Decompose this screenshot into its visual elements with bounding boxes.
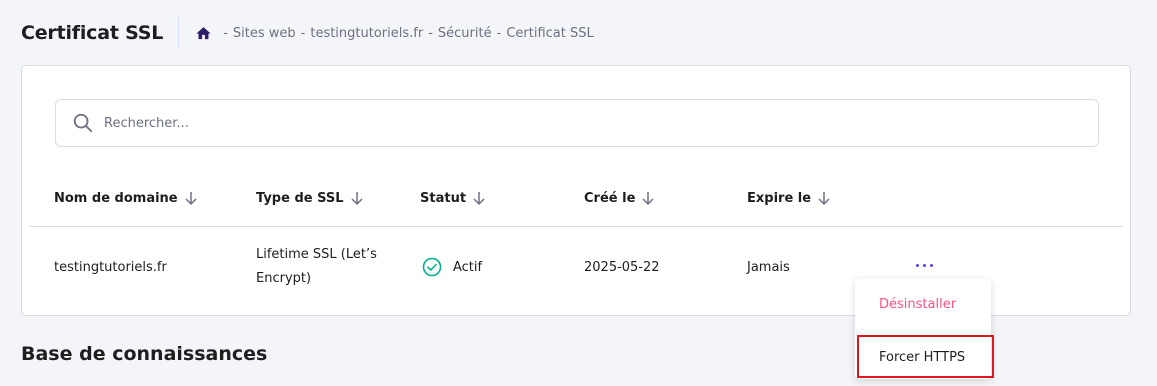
column-header-label: Nom de domaine — [54, 190, 178, 206]
sort-arrow-icon[interactable] — [350, 190, 364, 206]
sort-arrow-icon[interactable] — [817, 190, 831, 206]
column-header-expires[interactable]: Expire le — [747, 190, 831, 206]
search-icon — [72, 112, 94, 134]
more-dots-icon — [915, 263, 919, 267]
search-input[interactable] — [104, 115, 1004, 131]
sort-arrow-icon[interactable] — [641, 190, 655, 206]
column-header-domain[interactable]: Nom de domaine — [54, 190, 198, 206]
table-divider — [30, 226, 1123, 227]
column-header-created[interactable]: Créé le — [584, 190, 655, 206]
more-dots-icon — [922, 263, 926, 267]
column-header-label: Expire le — [747, 190, 812, 206]
header-divider — [178, 17, 180, 49]
column-header-label: Statut — [420, 190, 467, 206]
more-actions-button[interactable] — [911, 255, 937, 275]
column-header-status[interactable]: Statut — [420, 190, 486, 206]
sort-arrow-icon[interactable] — [184, 190, 198, 206]
sort-arrow-icon[interactable] — [472, 190, 486, 206]
page-title: Certificat SSL — [21, 22, 164, 44]
knowledge-base-title: Base de connaissances — [21, 343, 268, 365]
cell-domain: testingtutoriels.fr — [54, 260, 167, 275]
column-header-ssl-type[interactable]: Type de SSL — [256, 190, 364, 206]
force-https-menu-item[interactable]: Forcer HTTPS — [855, 334, 991, 380]
more-dots-icon — [929, 263, 933, 267]
column-header-label: Créé le — [584, 190, 636, 206]
cell-created: 2025-05-22 — [584, 260, 660, 275]
breadcrumb-item-sites-web[interactable]: Sites web — [233, 26, 296, 41]
check-circle-icon — [422, 257, 442, 277]
uninstall-menu-item[interactable]: Désinstaller — [855, 281, 991, 327]
breadcrumb-separator: - — [300, 25, 306, 41]
search-box[interactable] — [55, 99, 1099, 147]
home-icon[interactable] — [195, 25, 212, 42]
breadcrumb-separator: - — [496, 25, 502, 41]
actions-dropdown-menu: Désinstaller Forcer HTTPS — [855, 279, 991, 379]
page-header: Certificat SSL - Sites web - testingtuto… — [21, 16, 594, 50]
breadcrumb-item-security[interactable]: Sécurité — [438, 26, 492, 41]
breadcrumb-item-domain[interactable]: testingtutoriels.fr — [310, 26, 423, 41]
breadcrumb-item-current: Certificat SSL — [506, 25, 594, 41]
page: Certificat SSL - Sites web - testingtuto… — [0, 0, 1157, 386]
breadcrumb-separator: - — [428, 25, 433, 41]
cell-ssl-type: Lifetime SSL (Let’s Encrypt) — [256, 247, 377, 286]
status-label: Actif — [453, 259, 483, 275]
cell-status: Actif — [422, 257, 482, 277]
column-header-label: Type de SSL — [256, 190, 344, 206]
breadcrumb-separator: - — [223, 25, 228, 41]
breadcrumb: - Sites web - testingtutoriels.fr - Sécu… — [195, 25, 594, 42]
cell-expires: Jamais — [747, 260, 790, 275]
